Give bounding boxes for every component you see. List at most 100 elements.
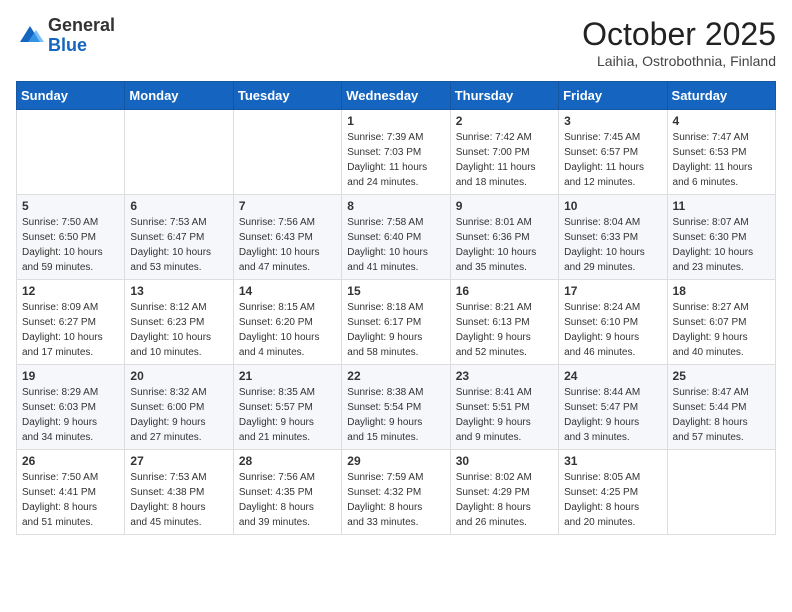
calendar-cell: 3 Sunrise: 7:45 AM Sunset: 6:57 PM Daylig…	[559, 110, 667, 195]
day-number: 26	[22, 454, 119, 468]
day-info: Sunrise: 8:32 AM Sunset: 6:00 PM Dayligh…	[130, 385, 227, 445]
week-row-2: 5 Sunrise: 7:50 AM Sunset: 6:50 PM Daylig…	[17, 195, 776, 280]
weekday-header-tuesday: Tuesday	[233, 82, 341, 110]
calendar-cell: 17 Sunrise: 8:24 AM Sunset: 6:10 PM Dayli…	[559, 280, 667, 365]
calendar-cell: 11 Sunrise: 8:07 AM Sunset: 6:30 PM Dayli…	[667, 195, 775, 280]
calendar-cell: 7Sunrise: 7:56 AM Sunset: 6:43 PM Daylig…	[233, 195, 341, 280]
day-info: Sunrise: 8:04 AM Sunset: 6:33 PM Dayligh…	[564, 215, 661, 275]
calendar-cell: 1 Sunrise: 7:39 AM Sunset: 7:03 PM Daylig…	[342, 110, 450, 195]
location-text: Laihia, Ostrobothnia, Finland	[582, 53, 776, 69]
calendar-cell: 10 Sunrise: 8:04 AM Sunset: 6:33 PM Dayli…	[559, 195, 667, 280]
calendar-cell: 6 Sunrise: 7:53 AM Sunset: 6:47 PM Daylig…	[125, 195, 233, 280]
day-info: Sunrise: 8:12 AM Sunset: 6:23 PM Dayligh…	[130, 300, 227, 360]
weekday-header-friday: Friday	[559, 82, 667, 110]
title-block: October 2025 Laihia, Ostrobothnia, Finla…	[582, 16, 776, 69]
day-info: Sunrise: 8:35 AM Sunset: 5:57 PM Dayligh…	[239, 385, 336, 445]
day-number: 8	[347, 199, 444, 213]
day-info: Sunrise: 7:53 AM Sunset: 4:38 PM Dayligh…	[130, 470, 227, 530]
page-header: General Blue October 2025 Laihia, Ostrob…	[16, 16, 776, 69]
calendar-cell: 31 Sunrise: 8:05 AM Sunset: 4:25 PM Dayli…	[559, 450, 667, 535]
calendar-cell: 18Sunrise: 8:27 AM Sunset: 6:07 PM Dayli…	[667, 280, 775, 365]
day-number: 14	[239, 284, 336, 298]
day-info: Sunrise: 8:07 AM Sunset: 6:30 PM Dayligh…	[673, 215, 770, 275]
day-number: 22	[347, 369, 444, 383]
day-number: 16	[456, 284, 553, 298]
calendar-cell	[667, 450, 775, 535]
day-info: Sunrise: 7:58 AM Sunset: 6:40 PM Dayligh…	[347, 215, 444, 275]
calendar-cell: 23Sunrise: 8:41 AM Sunset: 5:51 PM Dayli…	[450, 365, 558, 450]
day-number: 7	[239, 199, 336, 213]
logo-blue-text: Blue	[48, 35, 87, 55]
day-info: Sunrise: 7:39 AM Sunset: 7:03 PM Dayligh…	[347, 130, 444, 190]
day-number: 9	[456, 199, 553, 213]
calendar-cell: 29Sunrise: 7:59 AM Sunset: 4:32 PM Dayli…	[342, 450, 450, 535]
day-info: Sunrise: 8:02 AM Sunset: 4:29 PM Dayligh…	[456, 470, 553, 530]
weekday-header-wednesday: Wednesday	[342, 82, 450, 110]
day-number: 25	[673, 369, 770, 383]
day-number: 5	[22, 199, 119, 213]
week-row-1: 1 Sunrise: 7:39 AM Sunset: 7:03 PM Daylig…	[17, 110, 776, 195]
calendar-cell: 12Sunrise: 8:09 AM Sunset: 6:27 PM Dayli…	[17, 280, 125, 365]
week-row-3: 12Sunrise: 8:09 AM Sunset: 6:27 PM Dayli…	[17, 280, 776, 365]
calendar-cell: 24 Sunrise: 8:44 AM Sunset: 5:47 PM Dayli…	[559, 365, 667, 450]
calendar-cell: 9 Sunrise: 8:01 AM Sunset: 6:36 PM Daylig…	[450, 195, 558, 280]
day-info: Sunrise: 8:29 AM Sunset: 6:03 PM Dayligh…	[22, 385, 119, 445]
calendar-cell: 20Sunrise: 8:32 AM Sunset: 6:00 PM Dayli…	[125, 365, 233, 450]
calendar-cell: 4Sunrise: 7:47 AM Sunset: 6:53 PM Daylig…	[667, 110, 775, 195]
day-info: Sunrise: 7:42 AM Sunset: 7:00 PM Dayligh…	[456, 130, 553, 190]
day-number: 6	[130, 199, 227, 213]
calendar-cell: 14 Sunrise: 8:15 AM Sunset: 6:20 PM Dayli…	[233, 280, 341, 365]
day-info: Sunrise: 8:38 AM Sunset: 5:54 PM Dayligh…	[347, 385, 444, 445]
day-number: 21	[239, 369, 336, 383]
day-info: Sunrise: 8:05 AM Sunset: 4:25 PM Dayligh…	[564, 470, 661, 530]
logo-icon	[16, 22, 44, 50]
calendar-cell: 5 Sunrise: 7:50 AM Sunset: 6:50 PM Daylig…	[17, 195, 125, 280]
weekday-header-monday: Monday	[125, 82, 233, 110]
day-info: Sunrise: 8:27 AM Sunset: 6:07 PM Dayligh…	[673, 300, 770, 360]
logo: General Blue	[16, 16, 115, 56]
day-info: Sunrise: 8:24 AM Sunset: 6:10 PM Dayligh…	[564, 300, 661, 360]
logo-general-text: General	[48, 15, 115, 35]
day-info: Sunrise: 8:44 AM Sunset: 5:47 PM Dayligh…	[564, 385, 661, 445]
week-row-5: 26Sunrise: 7:50 AM Sunset: 4:41 PM Dayli…	[17, 450, 776, 535]
day-info: Sunrise: 8:47 AM Sunset: 5:44 PM Dayligh…	[673, 385, 770, 445]
day-info: Sunrise: 8:01 AM Sunset: 6:36 PM Dayligh…	[456, 215, 553, 275]
day-number: 10	[564, 199, 661, 213]
calendar-table: SundayMondayTuesdayWednesdayThursdayFrid…	[16, 81, 776, 535]
day-info: Sunrise: 7:45 AM Sunset: 6:57 PM Dayligh…	[564, 130, 661, 190]
day-number: 15	[347, 284, 444, 298]
day-info: Sunrise: 8:15 AM Sunset: 6:20 PM Dayligh…	[239, 300, 336, 360]
weekday-header-thursday: Thursday	[450, 82, 558, 110]
day-info: Sunrise: 8:41 AM Sunset: 5:51 PM Dayligh…	[456, 385, 553, 445]
calendar-cell: 13 Sunrise: 8:12 AM Sunset: 6:23 PM Dayli…	[125, 280, 233, 365]
day-info: Sunrise: 8:18 AM Sunset: 6:17 PM Dayligh…	[347, 300, 444, 360]
calendar-cell: 27Sunrise: 7:53 AM Sunset: 4:38 PM Dayli…	[125, 450, 233, 535]
weekday-header-sunday: Sunday	[17, 82, 125, 110]
day-number: 17	[564, 284, 661, 298]
day-number: 2	[456, 114, 553, 128]
day-number: 30	[456, 454, 553, 468]
day-info: Sunrise: 7:53 AM Sunset: 6:47 PM Dayligh…	[130, 215, 227, 275]
day-number: 19	[22, 369, 119, 383]
day-number: 28	[239, 454, 336, 468]
day-info: Sunrise: 8:21 AM Sunset: 6:13 PM Dayligh…	[456, 300, 553, 360]
calendar-cell: 2 Sunrise: 7:42 AM Sunset: 7:00 PM Daylig…	[450, 110, 558, 195]
calendar-cell: 26Sunrise: 7:50 AM Sunset: 4:41 PM Dayli…	[17, 450, 125, 535]
day-number: 24	[564, 369, 661, 383]
day-number: 11	[673, 199, 770, 213]
day-number: 12	[22, 284, 119, 298]
calendar-cell: 21 Sunrise: 8:35 AM Sunset: 5:57 PM Dayli…	[233, 365, 341, 450]
day-number: 13	[130, 284, 227, 298]
day-info: Sunrise: 7:50 AM Sunset: 6:50 PM Dayligh…	[22, 215, 119, 275]
day-info: Sunrise: 7:59 AM Sunset: 4:32 PM Dayligh…	[347, 470, 444, 530]
calendar-cell: 28Sunrise: 7:56 AM Sunset: 4:35 PM Dayli…	[233, 450, 341, 535]
weekday-header-row: SundayMondayTuesdayWednesdayThursdayFrid…	[17, 82, 776, 110]
day-number: 1	[347, 114, 444, 128]
weekday-header-saturday: Saturday	[667, 82, 775, 110]
calendar-cell: 30 Sunrise: 8:02 AM Sunset: 4:29 PM Dayli…	[450, 450, 558, 535]
day-number: 3	[564, 114, 661, 128]
calendar-cell: 15 Sunrise: 8:18 AM Sunset: 6:17 PM Dayli…	[342, 280, 450, 365]
calendar-cell: 25 Sunrise: 8:47 AM Sunset: 5:44 PM Dayli…	[667, 365, 775, 450]
week-row-4: 19 Sunrise: 8:29 AM Sunset: 6:03 PM Dayli…	[17, 365, 776, 450]
day-number: 31	[564, 454, 661, 468]
